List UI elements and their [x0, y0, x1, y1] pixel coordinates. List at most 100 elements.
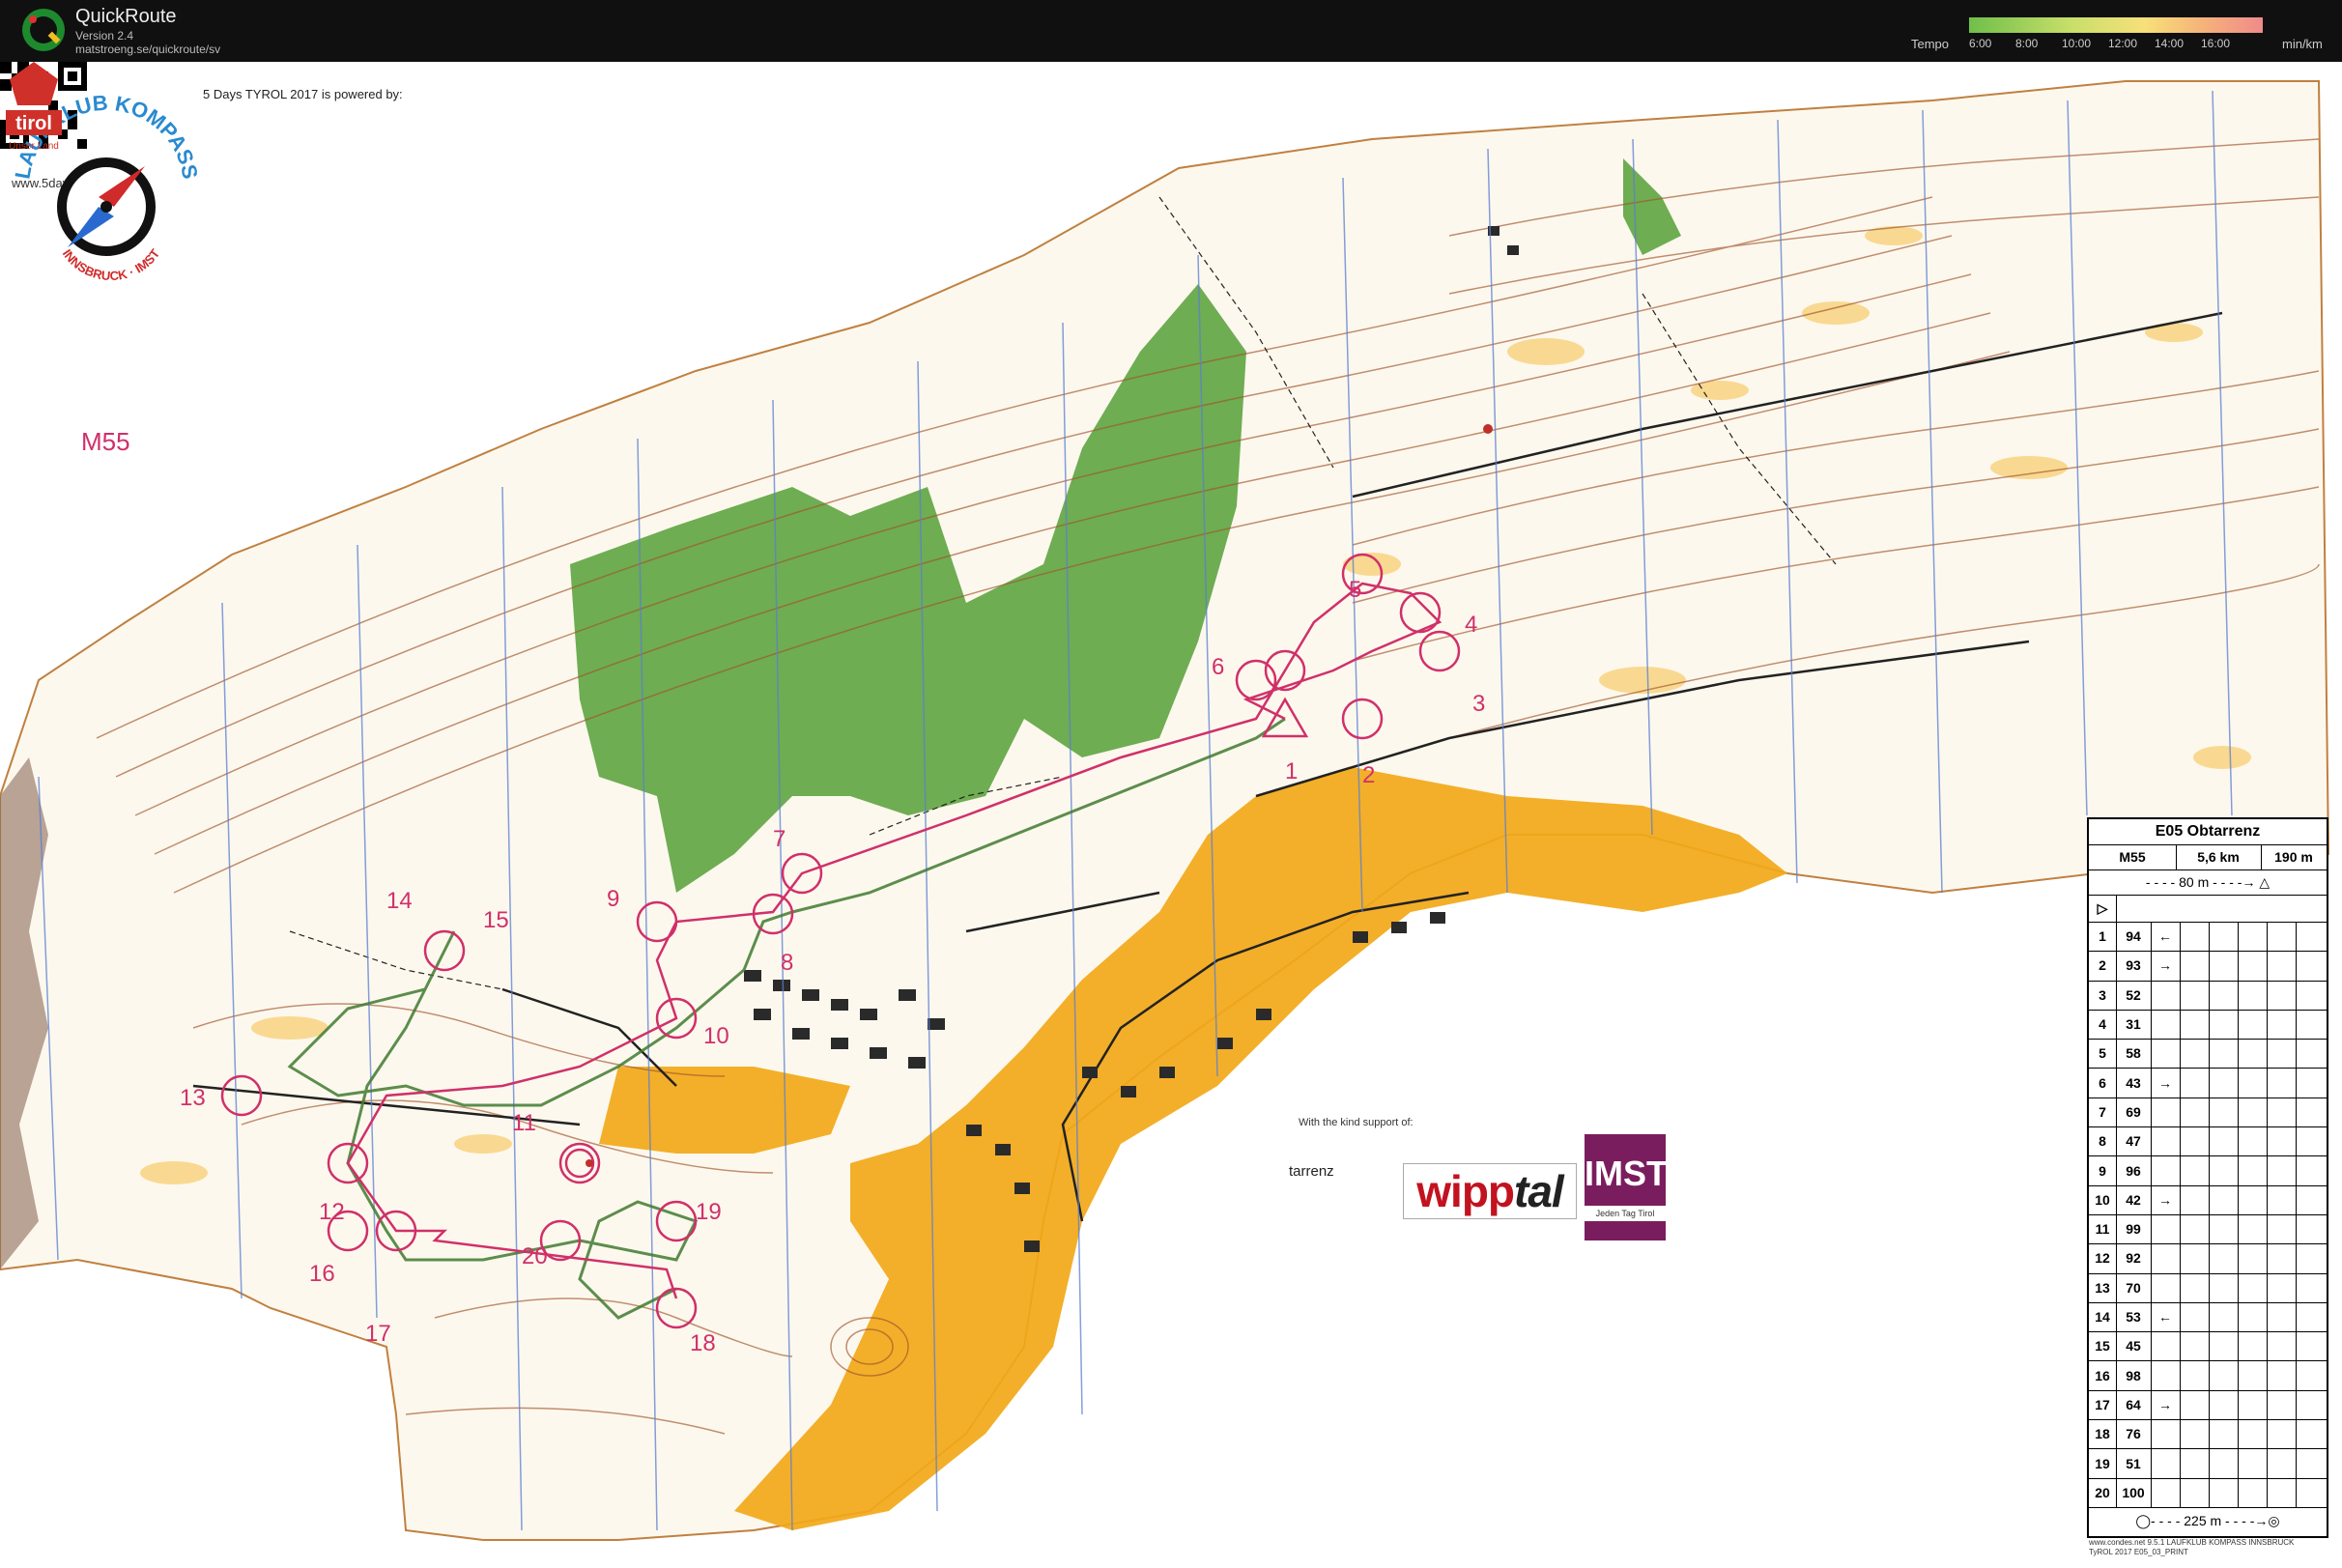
- control-dimension-symbol: [2238, 1068, 2268, 1098]
- control-other-symbol: [2296, 1448, 2327, 1477]
- control-code: 99: [2116, 1214, 2152, 1244]
- tempo-tick: 16:00: [2201, 37, 2231, 50]
- tempo-color-scale: [1969, 17, 2263, 33]
- control-feature-symbol: [2180, 1243, 2210, 1273]
- control-sequence-number: 19: [2089, 1448, 2117, 1478]
- control-other-symbol: [2296, 1069, 2327, 1098]
- control-direction: [2151, 1272, 2181, 1302]
- control-feature-symbol: [2180, 1214, 2210, 1244]
- description-control-row: 18 76: [2089, 1419, 2327, 1450]
- to-finish-text: ◯- - - - 225 m - - - -→◎: [2089, 1507, 2327, 1534]
- control-code: 94: [2116, 922, 2152, 952]
- control-code: 64: [2116, 1389, 2152, 1420]
- control-location-symbol: [2267, 1419, 2297, 1449]
- control-appearance-symbol: [2209, 1272, 2239, 1302]
- control-dimension-symbol: [2238, 1097, 2268, 1127]
- control-number: 17: [365, 1321, 391, 1347]
- description-control-row: 20 100: [2089, 1477, 2327, 1508]
- tempo-tick: 10:00: [2062, 37, 2092, 50]
- start-triangle-icon: ▷: [2089, 895, 2117, 922]
- control-feature-symbol: [2180, 1097, 2210, 1127]
- control-number: 16: [309, 1261, 335, 1287]
- description-control-row: 13 70: [2089, 1272, 2327, 1303]
- description-control-row: 3 52: [2089, 980, 2327, 1011]
- control-direction: [2151, 1039, 2181, 1069]
- control-number: 18: [690, 1330, 716, 1356]
- control-code: 100: [2116, 1477, 2152, 1507]
- control-feature-symbol: [2180, 1477, 2210, 1507]
- control-description-sheet: E05 Obtarrenz M55 5,6 km 190 m - - - - 8…: [2087, 817, 2328, 1538]
- control-location-symbol: [2267, 1477, 2297, 1507]
- powered-by-text: 5 Days TYROL 2017 is powered by:: [203, 87, 403, 101]
- description-climb: 190 m: [2274, 849, 2313, 865]
- control-dimension-symbol: [2238, 1419, 2268, 1449]
- control-direction: [2151, 1126, 2181, 1156]
- description-start-row: ▷: [2089, 895, 2327, 923]
- control-direction: →: [2151, 1184, 2181, 1214]
- control-appearance-symbol: [2209, 1214, 2239, 1244]
- control-feature-symbol: [2180, 951, 2210, 981]
- control-direction: [2151, 1477, 2181, 1507]
- app-url: matstroeng.se/quickroute/sv: [75, 43, 221, 56]
- control-feature-symbol: [2180, 1360, 2210, 1390]
- dash-left: - - - -: [2145, 874, 2180, 890]
- control-other-symbol: [2296, 1039, 2327, 1068]
- description-control-row: 4 31: [2089, 1009, 2327, 1041]
- description-length: 5,6 km: [2176, 844, 2262, 870]
- control-other-symbol: [2296, 1478, 2327, 1507]
- control-appearance-symbol: [2209, 1477, 2239, 1507]
- app-name: QuickRoute: [75, 6, 177, 27]
- control-number: 1: [1285, 758, 1298, 784]
- control-number: 9: [607, 886, 619, 912]
- control-sequence-number: 18: [2089, 1419, 2117, 1449]
- sponsor-wipp-text: wipp: [1416, 1166, 1515, 1216]
- control-direction: →: [2151, 1389, 2181, 1420]
- control-other-symbol: [2296, 1214, 2327, 1243]
- control-appearance-symbol: [2209, 1009, 2239, 1040]
- control-dimension-symbol: [2238, 1448, 2268, 1478]
- orienteering-map[interactable]: 1 2 3 4 5 6 7 8 9 10 11 12 13 14 15 16 1…: [0, 62, 2342, 1568]
- control-dimension-symbol: [2238, 1126, 2268, 1156]
- control-appearance-symbol: [2209, 1126, 2239, 1156]
- tempo-unit: min/km: [2282, 37, 2323, 51]
- control-sequence-number: 5: [2089, 1039, 2117, 1069]
- title-bar: QuickRoute Version 2.4 matstroeng.se/qui…: [0, 0, 2342, 62]
- control-location-symbol: [2267, 951, 2297, 981]
- sponsor-tirol-tagline: Unser Land: [9, 141, 59, 152]
- control-number: 6: [1212, 654, 1224, 680]
- control-code: 69: [2116, 1097, 2152, 1127]
- control-sequence-number: 10: [2089, 1184, 2117, 1214]
- description-control-row: 7 69: [2089, 1097, 2327, 1128]
- control-number: 19: [696, 1199, 722, 1225]
- control-sequence-number: 20: [2089, 1477, 2117, 1507]
- control-sequence-number: 1: [2089, 922, 2117, 952]
- control-other-symbol: [2296, 1273, 2327, 1302]
- control-location-symbol: [2267, 1301, 2297, 1332]
- print-footer: www.condes.net 9.5.1 LAUFKLUB KOMPASS IN…: [2089, 1538, 2294, 1557]
- control-sequence-number: 14: [2089, 1301, 2117, 1332]
- control-dimension-symbol: [2238, 1477, 2268, 1507]
- control-number: 5: [1349, 577, 1361, 603]
- control-feature-symbol: [2180, 980, 2210, 1010]
- control-dimension-symbol: [2238, 1155, 2268, 1185]
- control-code: 51: [2116, 1448, 2152, 1478]
- control-location-symbol: [2267, 1097, 2297, 1127]
- control-location-symbol: [2267, 1126, 2297, 1156]
- control-appearance-symbol: [2209, 1360, 2239, 1390]
- control-location-symbol: [2267, 1272, 2297, 1302]
- description-control-row: 2 93 →: [2089, 951, 2327, 982]
- tempo-label: Tempo: [1911, 37, 1950, 51]
- control-number: 13: [180, 1085, 206, 1111]
- sponsor-wipptal-logo: wipptal: [1403, 1163, 1577, 1219]
- control-appearance-symbol: [2209, 1448, 2239, 1478]
- control-appearance-symbol: [2209, 1389, 2239, 1420]
- control-location-symbol: [2267, 1389, 2297, 1420]
- control-sequence-number: 16: [2089, 1360, 2117, 1390]
- support-text: With the kind support of:: [1299, 1117, 1414, 1128]
- control-other-symbol: [2296, 1361, 2327, 1390]
- control-appearance-symbol: [2209, 922, 2239, 952]
- control-feature-symbol: [2180, 1184, 2210, 1214]
- control-other-symbol: [2296, 1390, 2327, 1419]
- app-version: Version 2.4: [75, 29, 134, 43]
- control-feature-symbol: [2180, 1272, 2210, 1302]
